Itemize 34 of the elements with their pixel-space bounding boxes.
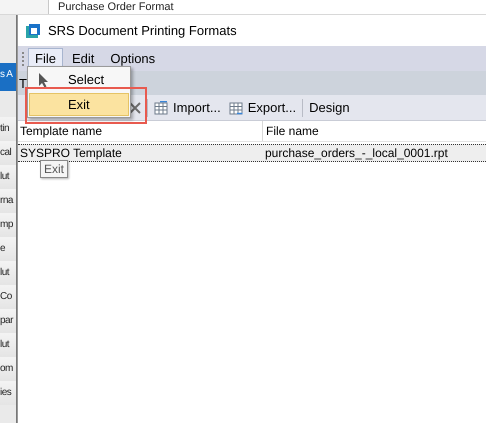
table-row[interactable]: SYSPRO Template purchase_orders_-_local_0001.rpt bbox=[18, 144, 486, 162]
list-item[interactable]: lut bbox=[0, 261, 16, 285]
app-icon bbox=[25, 22, 41, 38]
list-item[interactable]: lut bbox=[0, 333, 16, 357]
menu-item[interactable]: Edit bbox=[64, 48, 102, 70]
column-header[interactable]: File name bbox=[263, 124, 319, 138]
table-icon bbox=[228, 100, 244, 114]
menu-item[interactable]: Options bbox=[103, 48, 162, 70]
menu-item[interactable]: Select bbox=[29, 68, 129, 91]
document-title: Purchase Order Format bbox=[58, 0, 174, 14]
list-item[interactable]: mp bbox=[0, 213, 16, 237]
list-item[interactable]: ies bbox=[0, 381, 16, 405]
list-item[interactable]: cal bbox=[0, 141, 16, 165]
close-icon bbox=[129, 102, 141, 114]
list-item[interactable]: lut bbox=[0, 165, 16, 189]
column-header[interactable]: Template name bbox=[18, 121, 263, 141]
list-item[interactable]: om bbox=[0, 357, 16, 381]
table-cell-text: SYSPRO Template bbox=[19, 146, 123, 160]
table-icon bbox=[154, 100, 169, 114]
list-item[interactable]: rna bbox=[0, 189, 16, 213]
tab-label[interactable]: T bbox=[19, 76, 27, 90]
pointer-icon bbox=[38, 72, 48, 88]
menu-item[interactable]: Exit bbox=[29, 93, 129, 116]
window-title: SRS Document Printing Formats bbox=[48, 23, 237, 38]
design-button[interactable]: Design bbox=[307, 99, 352, 116]
table-cell-text: purchase_orders_-_local_0001.rpt bbox=[264, 146, 448, 160]
tooltip: Exit bbox=[40, 160, 68, 178]
list-item[interactable]: tin bbox=[0, 117, 16, 141]
list-item[interactable]: Co bbox=[0, 285, 16, 309]
list-item[interactable]: s A bbox=[0, 63, 16, 91]
list-item[interactable]: e bbox=[0, 237, 16, 261]
import-button[interactable]: Import... bbox=[152, 99, 223, 116]
list-item[interactable]: par bbox=[0, 309, 16, 333]
export-button[interactable]: Export... bbox=[226, 99, 298, 116]
